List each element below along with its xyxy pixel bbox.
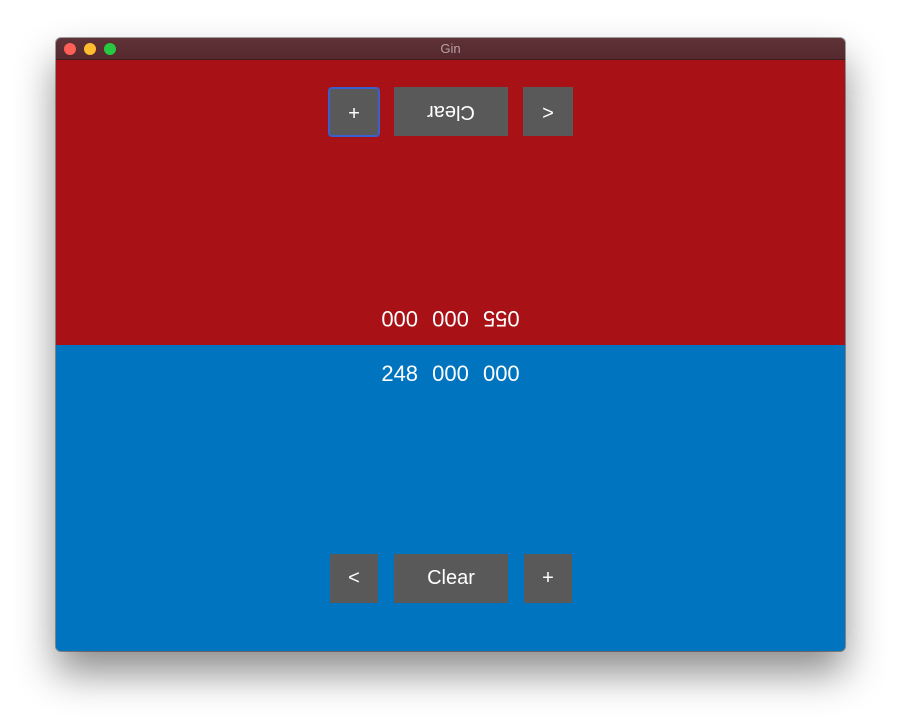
bottom-clear-button[interactable]: Clear (394, 554, 508, 603)
bottom-player-panel: 248 000 000 < Clear + (56, 345, 845, 651)
bottom-add-button[interactable]: + (524, 554, 572, 603)
top-back-button[interactable]: < (523, 87, 573, 136)
bottom-back-button[interactable]: < (330, 554, 378, 603)
top-add-button[interactable]: + (328, 87, 380, 137)
window-title: Gin (440, 41, 461, 56)
top-player-panel: + Clear < 055 000 000 (56, 60, 845, 345)
top-score-display: 055 000 000 (381, 306, 520, 331)
top-clear-button[interactable]: Clear (394, 87, 508, 136)
app-window: Gin + Clear < 055 000 000 248 000 000 < … (56, 38, 845, 651)
bottom-score-display: 248 000 000 (381, 361, 520, 386)
title-bar[interactable]: Gin (56, 38, 845, 60)
